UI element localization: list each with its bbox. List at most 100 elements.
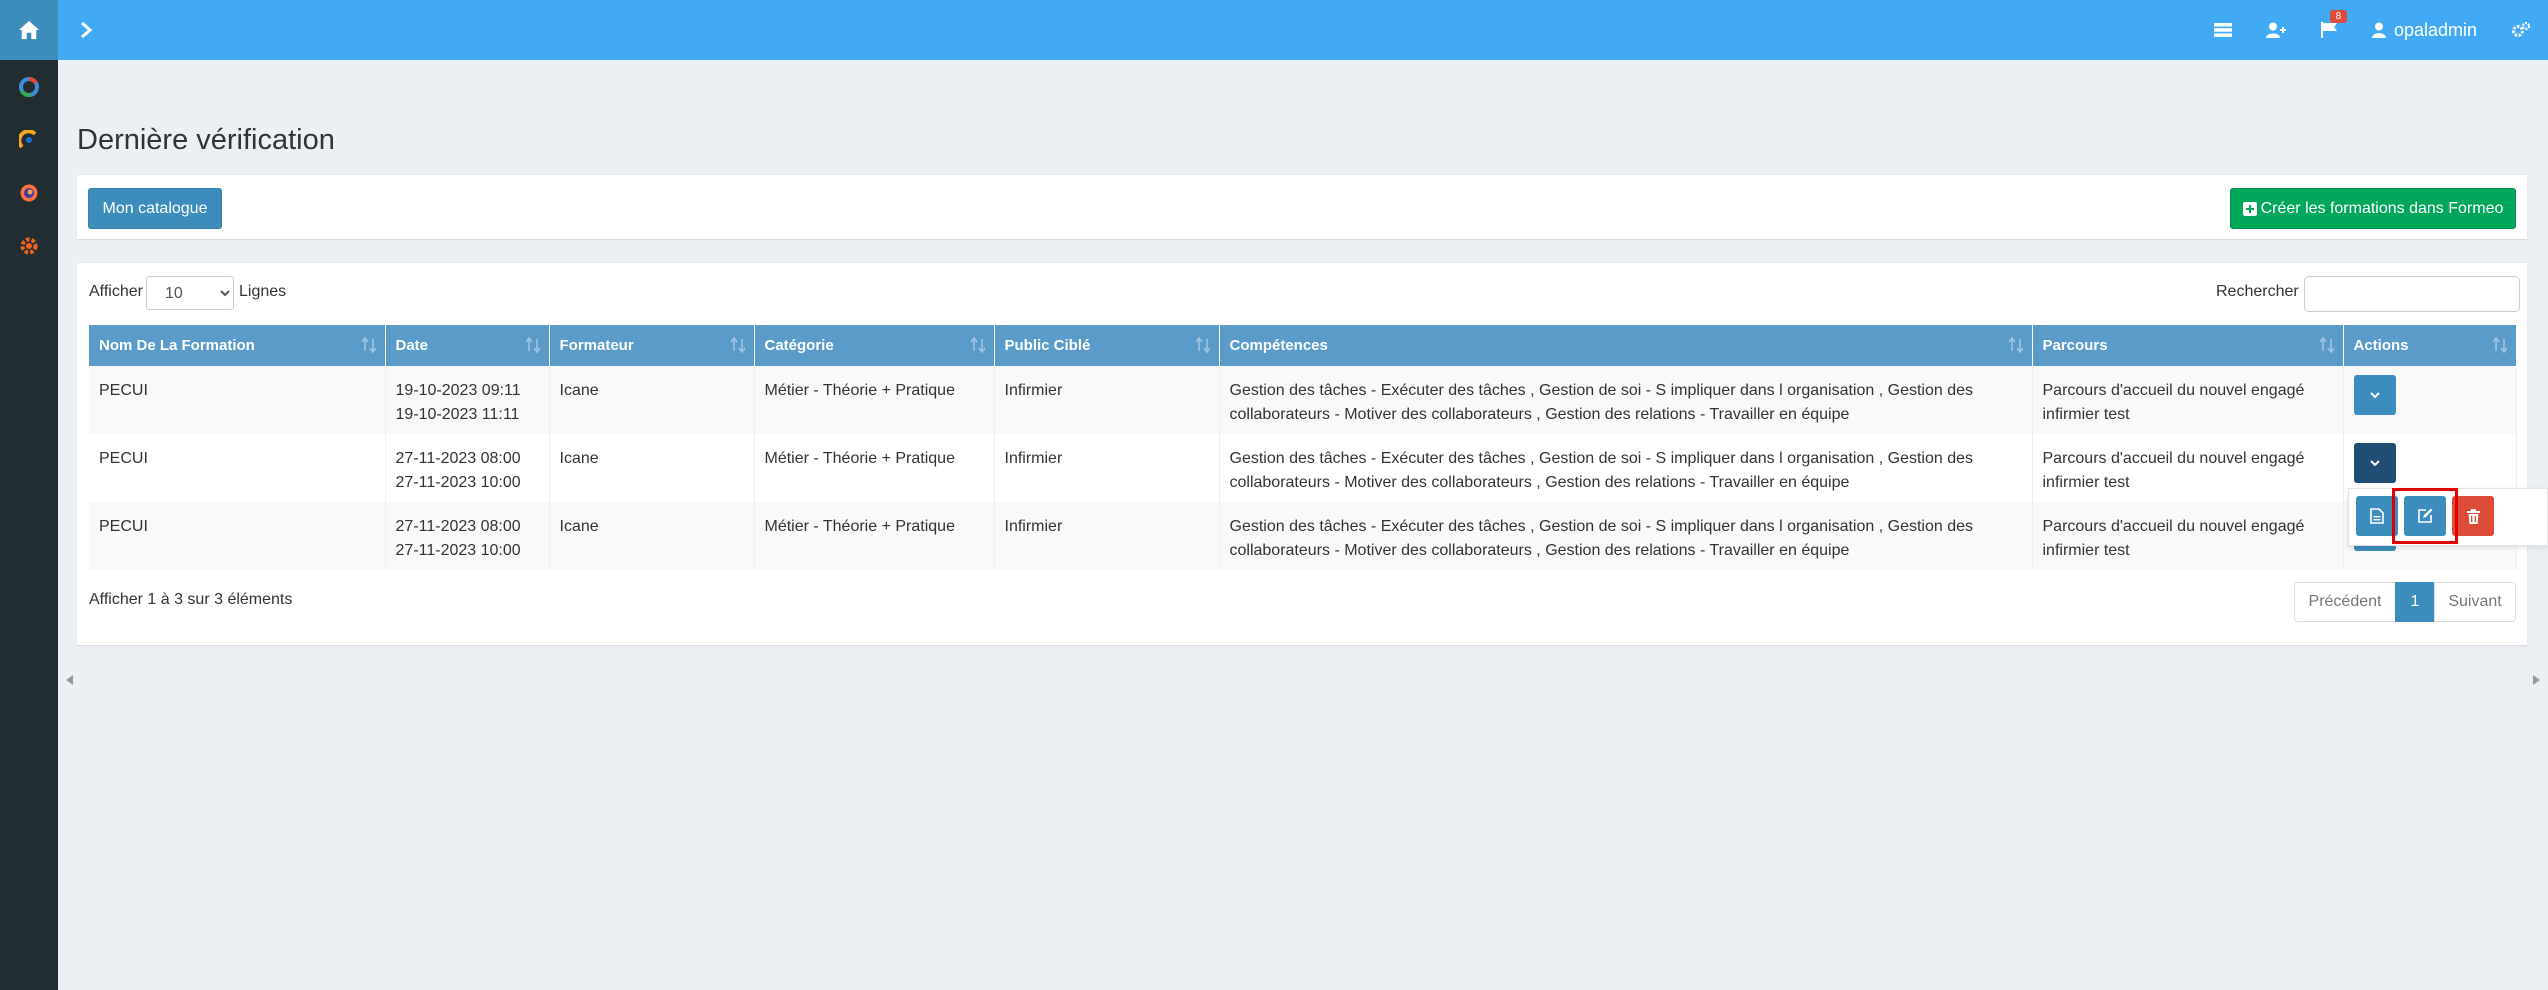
app-launcher-icon[interactable] [18, 129, 40, 151]
cell-name: PECUI [89, 502, 386, 570]
cell-path: Parcours d'accueil du nouvel engagé infi… [2032, 434, 2344, 502]
document-icon [2370, 508, 2384, 524]
username: opaladmin [2393, 19, 2477, 40]
cell-category: Métier - Théorie + Pratique [754, 434, 995, 502]
column-header-label: Compétences [1229, 337, 1328, 354]
column-header-actions[interactable]: Actions [2343, 325, 2516, 366]
gears-icon [2512, 21, 2531, 37]
home-button[interactable] [0, 0, 58, 60]
cell-audience: Infirmier [994, 502, 1220, 570]
add-user-button[interactable] [2249, 0, 2303, 60]
cell-path: Parcours d'accueil du nouvel engagé infi… [2032, 502, 2344, 570]
date-start: 19-10-2023 09:11 [395, 382, 521, 399]
actions-dropdown-button-active[interactable] [2353, 443, 2396, 483]
table-row: PECUI 27-11-2023 08:00 27-11-2023 10:00 I… [89, 434, 2517, 502]
cell-category: Métier - Théorie + Pratique [754, 366, 995, 434]
trash-icon [2466, 508, 2480, 524]
column-header-label: Parcours [2042, 337, 2108, 354]
cell-audience: Infirmier [994, 366, 1220, 434]
search-input[interactable] [2304, 276, 2520, 312]
pagination-previous[interactable]: Précédent [2294, 582, 2396, 622]
sort-icon [970, 337, 985, 353]
table-header-row: Nom De La Formation Date Formateur Catég… [89, 325, 2516, 366]
list-button[interactable] [2197, 0, 2249, 60]
cell-trainer: Icane [549, 366, 755, 434]
date-end: 27-11-2023 10:00 [395, 474, 521, 491]
column-header-skills[interactable]: Compétences [1219, 325, 2033, 366]
cell-name: PECUI [89, 434, 386, 502]
scroll-left-arrow-icon[interactable] [66, 675, 74, 685]
table-row: PECUI 19-10-2023 09:11 19-10-2023 11:11 I… [89, 366, 2517, 434]
table-info: Afficher 1 à 3 sur 3 éléments [89, 591, 293, 608]
delete-button[interactable] [2452, 496, 2494, 536]
add-user-icon [2265, 22, 2286, 38]
column-header-label: Actions [2353, 337, 2409, 354]
rows-label: Lignes [239, 283, 287, 300]
topbar: 8 opaladmin [58, 0, 2548, 60]
search-label: Rechercher [2216, 283, 2299, 300]
sidebar [0, 0, 58, 990]
list-icon [2213, 23, 2232, 37]
column-header-label: Nom De La Formation [99, 337, 255, 354]
cell-skills: Gestion des tâches - Exécuter des tâches… [1219, 502, 2033, 570]
pagination-page-1[interactable]: 1 [2395, 582, 2435, 622]
chrome-icon[interactable] [18, 76, 40, 98]
sort-icon [2493, 337, 2507, 353]
cell-audience: Infirmier [994, 434, 1220, 502]
notifications-button[interactable]: 8 [2303, 0, 2355, 60]
date-start: 27-11-2023 08:00 [395, 450, 521, 467]
cell-date: 19-10-2023 09:11 19-10-2023 11:11 [385, 366, 550, 434]
settings-button[interactable] [2494, 0, 2548, 60]
date-end: 19-10-2023 11:11 [395, 406, 520, 423]
create-formations-label: Créer les formations dans Formeo [2260, 199, 2504, 217]
sidebar-toggle-button[interactable] [72, 16, 100, 44]
catalogue-button[interactable]: Mon catalogue [88, 188, 222, 229]
cell-path: Parcours d'accueil du nouvel engagé infi… [2032, 366, 2344, 434]
settings-icon[interactable] [18, 235, 40, 257]
column-header-label: Date [395, 337, 429, 354]
column-header-category[interactable]: Catégorie [754, 325, 995, 366]
column-header-label: Catégorie [764, 337, 834, 354]
chevron-down-icon [2369, 392, 2380, 399]
user-icon [2371, 22, 2386, 38]
create-formations-button[interactable]: Créer les formations dans Formeo [2230, 188, 2516, 229]
user-menu[interactable]: opaladmin [2355, 0, 2494, 60]
horizontal-scrollbar[interactable] [66, 672, 2540, 688]
column-header-audience[interactable]: Public Ciblé [994, 325, 1220, 366]
cell-date: 27-11-2023 08:00 27-11-2023 10:00 [385, 502, 550, 570]
edit-button-highlight [2392, 488, 2458, 544]
sort-icon [1195, 337, 1210, 353]
actions-dropdown-button[interactable] [2353, 375, 2396, 415]
column-header-date[interactable]: Date [385, 325, 550, 366]
date-end: 27-11-2023 10:00 [395, 542, 521, 559]
chevron-down-icon [2369, 460, 2380, 467]
plus-square-icon [2242, 201, 2257, 216]
firefox-icon[interactable] [18, 182, 40, 204]
topbar-menu: 8 opaladmin [2197, 0, 2548, 60]
column-header-trainer[interactable]: Formateur [549, 325, 755, 366]
cell-trainer: Icane [549, 434, 755, 502]
formations-table: Nom De La Formation Date Formateur Catég… [89, 325, 2517, 570]
scroll-right-arrow-icon[interactable] [2532, 675, 2540, 685]
sort-icon [730, 337, 745, 353]
pagination-next[interactable]: Suivant [2434, 582, 2516, 622]
cell-trainer: Icane [549, 502, 755, 570]
flag-icon [2320, 22, 2337, 38]
show-label: Afficher [89, 283, 143, 300]
page-title: Dernière vérification [77, 124, 335, 156]
date-start: 27-11-2023 08:00 [395, 518, 521, 535]
cell-date: 27-11-2023 08:00 27-11-2023 10:00 [385, 434, 550, 502]
sort-icon [361, 337, 376, 353]
cell-skills: Gestion des tâches - Exécuter des tâches… [1219, 366, 2033, 434]
column-header-name[interactable]: Nom De La Formation [89, 325, 386, 366]
toolbar-box: Mon catalogue Créer les formations dans … [77, 174, 2527, 239]
cell-actions [2343, 366, 2517, 434]
chevron-right-icon [81, 21, 93, 39]
sort-icon [2319, 337, 2334, 353]
column-header-label: Public Ciblé [1004, 337, 1091, 354]
notification-badge: 8 [2329, 10, 2347, 23]
cell-category: Métier - Théorie + Pratique [754, 502, 995, 570]
sort-icon [2008, 337, 2023, 353]
page-length-select[interactable]: 10 [146, 276, 234, 310]
column-header-path[interactable]: Parcours [2032, 325, 2344, 366]
